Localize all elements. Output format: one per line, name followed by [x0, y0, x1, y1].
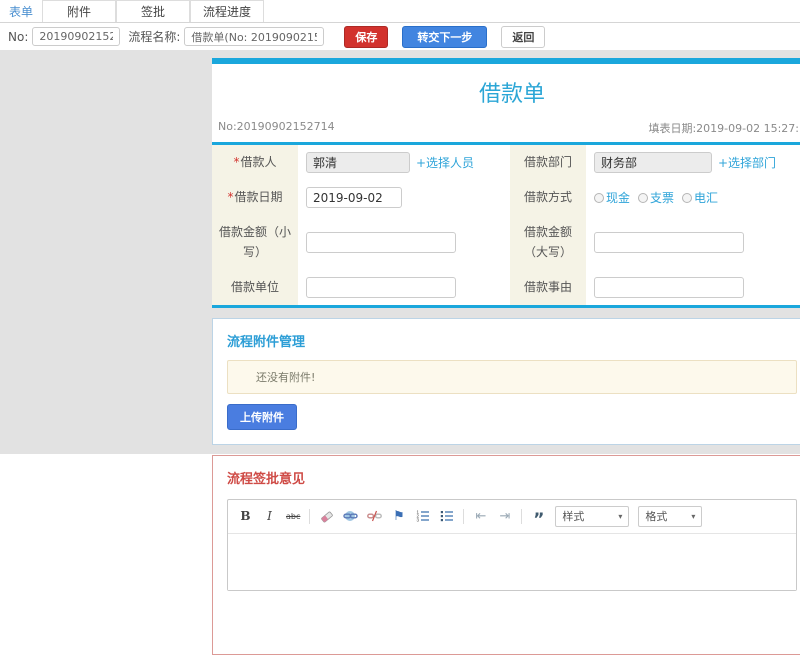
loan-date-field — [298, 180, 504, 216]
radio-icon[interactable] — [682, 192, 693, 203]
format-dropdown[interactable]: 格式 ▾ — [638, 505, 703, 527]
borrower-field: +选择人员 — [298, 145, 504, 181]
tab-bar: 表单 附件 签批 流程进度 — [0, 0, 800, 23]
amount-small-input[interactable] — [306, 232, 456, 254]
outdent-icon[interactable]: ⇤ — [473, 509, 488, 524]
radio-icon[interactable] — [638, 192, 649, 203]
loan-reason-input[interactable] — [594, 276, 744, 298]
editor-content-area[interactable] — [228, 533, 796, 590]
remove-format-icon[interactable] — [319, 509, 334, 524]
tab-attachments[interactable]: 附件 — [42, 0, 116, 22]
bold-icon[interactable]: B — [238, 509, 253, 524]
attachments-heading: 流程附件管理 — [227, 334, 306, 350]
loan-reason-field — [586, 269, 800, 305]
loan-unit-field — [298, 269, 504, 305]
loan-method-label: 借款方式 — [504, 180, 586, 216]
flow-name-input[interactable] — [184, 27, 325, 46]
upload-attachment-button[interactable]: 上传附件 — [227, 403, 297, 430]
svg-text:3: 3 — [416, 518, 419, 523]
loan-unit-input[interactable] — [306, 276, 456, 298]
toolbar-separator — [309, 508, 311, 524]
radio-wire[interactable]: 电汇 — [682, 189, 718, 206]
amount-big-field — [586, 215, 800, 270]
form-title: 借款单 — [478, 82, 545, 107]
attachments-panel: 流程附件管理 还没有附件! 上传附件 — [212, 317, 800, 445]
department-input[interactable] — [594, 152, 712, 174]
department-field: +选择部门 — [586, 145, 800, 181]
radio-cheque[interactable]: 支票 — [638, 189, 674, 206]
divider-bottom — [212, 304, 800, 308]
required-asterisk: * — [233, 155, 240, 169]
approval-heading: 流程签批意见 — [227, 471, 306, 487]
toolbar-separator — [463, 508, 465, 524]
amount-small-field — [298, 215, 504, 270]
radio-icon[interactable] — [594, 192, 604, 203]
content-area: 借款单 No:20190902152714 填表日期:2019-09-02 15… — [0, 51, 800, 655]
tab-form[interactable]: 表单 — [0, 0, 42, 22]
loan-date-input[interactable] — [306, 187, 402, 209]
required-asterisk: * — [227, 190, 234, 205]
loan-method-field: 现金 支票 电汇 — [586, 180, 800, 216]
back-button[interactable]: 返回 — [501, 25, 546, 48]
approval-panel: 流程签批意见 B I abc ⚑ 123 ⇤ ⇥ ” 样式 ▾ 格式 ▾ — [212, 454, 800, 655]
form-grid: *借款人 +选择人员 借款部门 +选择部门 *借款日期 借款方式 现金 — [212, 145, 800, 305]
loan-unit-label: 借款单位 — [212, 269, 298, 305]
rich-text-editor: B I abc ⚑ 123 ⇤ ⇥ ” 样式 ▾ 格式 ▾ — [227, 498, 797, 591]
loan-date-label: *借款日期 — [212, 180, 298, 216]
forward-next-step-button[interactable]: 转交下一步 — [402, 25, 488, 48]
blockquote-icon[interactable]: ” — [531, 509, 546, 528]
amount-big-label: 借款金额（大写） — [504, 215, 586, 270]
indent-icon[interactable]: ⇥ — [497, 509, 512, 524]
borrower-input[interactable] — [306, 152, 410, 174]
radio-cash[interactable]: 现金 — [594, 189, 630, 206]
no-label: No: — [8, 29, 29, 44]
chevron-down-icon: ▾ — [618, 511, 623, 521]
strikethrough-icon[interactable]: abc — [286, 509, 300, 524]
select-department-link[interactable]: +选择部门 — [718, 154, 776, 171]
form-doc-no: No:20190902152714 — [218, 120, 335, 133]
numbered-list-icon[interactable]: 123 — [415, 509, 430, 524]
link-icon[interactable] — [343, 509, 359, 524]
unlink-icon[interactable] — [367, 509, 383, 524]
department-label: 借款部门 — [504, 145, 586, 181]
select-person-link[interactable]: +选择人员 — [416, 154, 474, 171]
anchor-flag-icon[interactable]: ⚑ — [391, 509, 406, 524]
form-fill-date: 填表日期:2019-09-02 15:27:1 — [648, 122, 800, 135]
flow-name-label: 流程名称: — [128, 30, 181, 44]
loan-reason-label: 借款事由 — [504, 269, 586, 305]
tab-approval[interactable]: 签批 — [116, 0, 190, 22]
save-button[interactable]: 保存 — [344, 25, 389, 48]
italic-icon[interactable]: I — [262, 509, 277, 524]
tab-progress[interactable]: 流程进度 — [190, 0, 264, 22]
no-attachments-alert: 还没有附件! — [227, 359, 797, 394]
bullet-list-icon[interactable] — [439, 509, 454, 524]
amount-small-label: 借款金额（小写） — [212, 215, 298, 270]
doc-no-input[interactable] — [32, 27, 121, 46]
borrower-label: *借款人 — [212, 145, 298, 181]
editor-toolbar: B I abc ⚑ 123 ⇤ ⇥ ” 样式 ▾ 格式 ▾ — [228, 500, 796, 534]
action-toolbar: No: 流程名称: 保存 转交下一步 返回 — [0, 23, 800, 51]
amount-big-input[interactable] — [594, 232, 744, 254]
chevron-down-icon: ▾ — [691, 511, 696, 521]
styles-dropdown[interactable]: 样式 ▾ — [555, 505, 630, 527]
loan-form-card: 借款单 No:20190902152714 填表日期:2019-09-02 15… — [212, 58, 800, 308]
toolbar-separator — [521, 508, 523, 524]
form-meta-row: No:20190902152714 填表日期:2019-09-02 15:27:… — [212, 118, 800, 142]
